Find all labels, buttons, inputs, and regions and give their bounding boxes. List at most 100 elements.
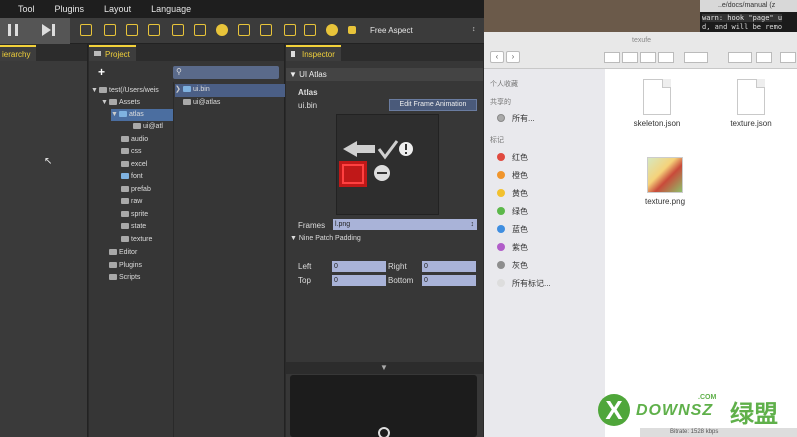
sidebar-tag-orange[interactable]: 橙色 (497, 170, 528, 181)
preview-splitter[interactable]: ▼ (286, 362, 483, 374)
finder-sidebar: 个人收藏 共享的 所有... 标记 红色 橙色 黄色 绿色 蓝色 紫色 灰色 所… (484, 69, 605, 437)
left-field[interactable]: 0 (332, 261, 386, 272)
right-field[interactable]: 0 (422, 261, 476, 272)
menu-language[interactable]: Language (151, 4, 191, 14)
tree-item-root[interactable]: ▼ test(/Users/weis (91, 85, 159, 97)
tab-inspector[interactable]: Inspector (286, 45, 341, 61)
top-label: Top (298, 276, 311, 285)
tags-button[interactable] (780, 52, 796, 63)
project-panel: Project + ⚲ ▼ test(/Users/weis ▼ Assets ▼ a… (89, 44, 285, 437)
tree-item-css[interactable]: css (121, 146, 142, 158)
folder-icon (121, 173, 129, 179)
sidebar-tag-gray[interactable]: 灰色 (497, 260, 528, 271)
folder-icon (99, 87, 107, 93)
pause-icon[interactable] (8, 24, 18, 36)
search-input[interactable]: ⚲ (173, 66, 279, 79)
menu-tool-icon[interactable] (284, 24, 296, 36)
line-tool-icon[interactable] (238, 24, 250, 36)
sidebar-tag-green[interactable]: 绿色 (497, 206, 528, 217)
asset-item-ui-bin[interactable]: ❯ ui.bin (175, 84, 210, 96)
menu-tool[interactable]: Tool (18, 4, 35, 14)
tree-item-sprite[interactable]: sprite (121, 209, 148, 221)
sidebar-tag-blue[interactable]: 蓝色 (497, 224, 528, 235)
layout-tool-icon[interactable] (80, 24, 92, 36)
bottom-field[interactable]: 0 (422, 275, 476, 286)
circle-tool-icon[interactable] (216, 24, 228, 36)
sidebar-tag-purple[interactable]: 紫色 (497, 242, 528, 253)
asset-item-ui-atlas[interactable]: ui@atlas (183, 97, 220, 109)
edit-frame-animation-button[interactable]: Edit Frame Animation (389, 99, 477, 111)
watermark-logo: X DOWNSZ .COM 绿盟 (598, 392, 797, 437)
bottom-label: Bottom (388, 276, 414, 285)
share-button[interactable] (756, 52, 772, 63)
tree-item-audio[interactable]: audio (121, 134, 148, 146)
collapse-arrow-icon[interactable]: ▼ (380, 363, 388, 372)
gear-tool-icon[interactable] (326, 24, 338, 36)
tree-item-prefab[interactable]: prefab (121, 184, 151, 196)
grid-tool-icon[interactable] (260, 24, 272, 36)
frames-label: Frames (298, 221, 326, 230)
top-field[interactable]: 0 (332, 275, 386, 286)
tree-item-assets[interactable]: ▼ Assets (101, 97, 140, 109)
step-icon[interactable] (42, 24, 51, 36)
terminal-title[interactable]: ..e/docs/manual (z (700, 0, 797, 12)
sidebar-tag-yellow[interactable]: 黄色 (497, 188, 528, 199)
file-texture-png[interactable]: texture.png (635, 157, 695, 206)
aspect-select[interactable]: Free Aspect (370, 26, 413, 35)
info-icon (291, 51, 295, 57)
list-view-button[interactable] (622, 52, 638, 63)
inspector-title[interactable]: ▼ UI Atlas (286, 68, 483, 81)
tree-item-ui-atlas[interactable]: ui@atl (133, 121, 163, 133)
folder-icon (133, 123, 141, 129)
text-tool-icon[interactable] (148, 24, 160, 36)
watermark-text: DOWNSZ (636, 402, 714, 419)
sidebar-tag-red[interactable]: 红色 (497, 152, 528, 163)
tree-item-font[interactable]: font (121, 171, 143, 183)
tree-item-excel[interactable]: excel (121, 159, 147, 171)
back-button[interactable]: ‹ (490, 51, 504, 63)
tree-item-plugins[interactable]: Plugins (109, 260, 142, 272)
menu-layout[interactable]: Layout (104, 4, 131, 14)
toolbar: Free Aspect ↕ (0, 18, 484, 44)
tree-item-scripts[interactable]: Scripts (109, 272, 140, 284)
tree-item-state[interactable]: state (121, 221, 146, 233)
tab-hierarchy[interactable]: ierarchy (0, 45, 37, 61)
tree-item-atlas[interactable]: ▼ atlas (111, 109, 173, 121)
icon-view-button[interactable] (604, 52, 620, 63)
shared-header: 共享的 (490, 99, 511, 106)
sidebar-all-tags[interactable]: 所有标记... (497, 278, 551, 289)
tree-item-raw[interactable]: raw (121, 196, 142, 208)
info-icon (378, 427, 390, 437)
finder-window: texufe ‹ › 个人收藏 共享的 所有... 标记 红色 橙色 黄色 绿色… (484, 32, 797, 437)
tag-dot-icon (497, 207, 505, 215)
add-button[interactable]: + (98, 65, 105, 79)
file-texture-json[interactable]: texture.json (721, 79, 781, 128)
sidebar-item-shared-all[interactable]: 所有... (497, 113, 535, 124)
column-view-button[interactable] (640, 52, 656, 63)
arrange-button[interactable] (684, 52, 708, 63)
terminal-line-1: warn: hook "page" u (702, 14, 783, 22)
frames-select[interactable]: l.png ↕ (333, 219, 477, 230)
list-tool-icon[interactable] (172, 24, 184, 36)
menu-bar: Tool Plugins Layout Language (0, 0, 484, 18)
watermark-cn: 绿盟 (730, 401, 778, 428)
chevron-updown-icon: ↕ (472, 26, 476, 33)
speaker-icon[interactable] (348, 26, 356, 34)
file-skeleton-json[interactable]: skeleton.json (627, 79, 687, 128)
folder-icon (121, 198, 129, 204)
tab-project[interactable]: Project (89, 45, 136, 61)
gallery-view-button[interactable] (658, 52, 674, 63)
tree-item-texture[interactable]: texture (121, 234, 152, 246)
folder-icon (94, 51, 101, 56)
action-gear-button[interactable] (728, 52, 752, 63)
rect-tool-icon[interactable] (104, 24, 116, 36)
tree-item-editor[interactable]: Editor (109, 247, 137, 259)
check-tool-icon[interactable] (194, 24, 206, 36)
logo-x-icon: X (598, 394, 630, 426)
nine-patch-label[interactable]: ▼ Nine Patch Padding (290, 235, 361, 242)
sliders-tool-icon[interactable] (304, 24, 316, 36)
forward-button[interactable]: › (506, 51, 520, 63)
panel-divider[interactable] (173, 82, 174, 437)
menu-plugins[interactable]: Plugins (55, 4, 85, 14)
frame-tool-icon[interactable] (126, 24, 138, 36)
